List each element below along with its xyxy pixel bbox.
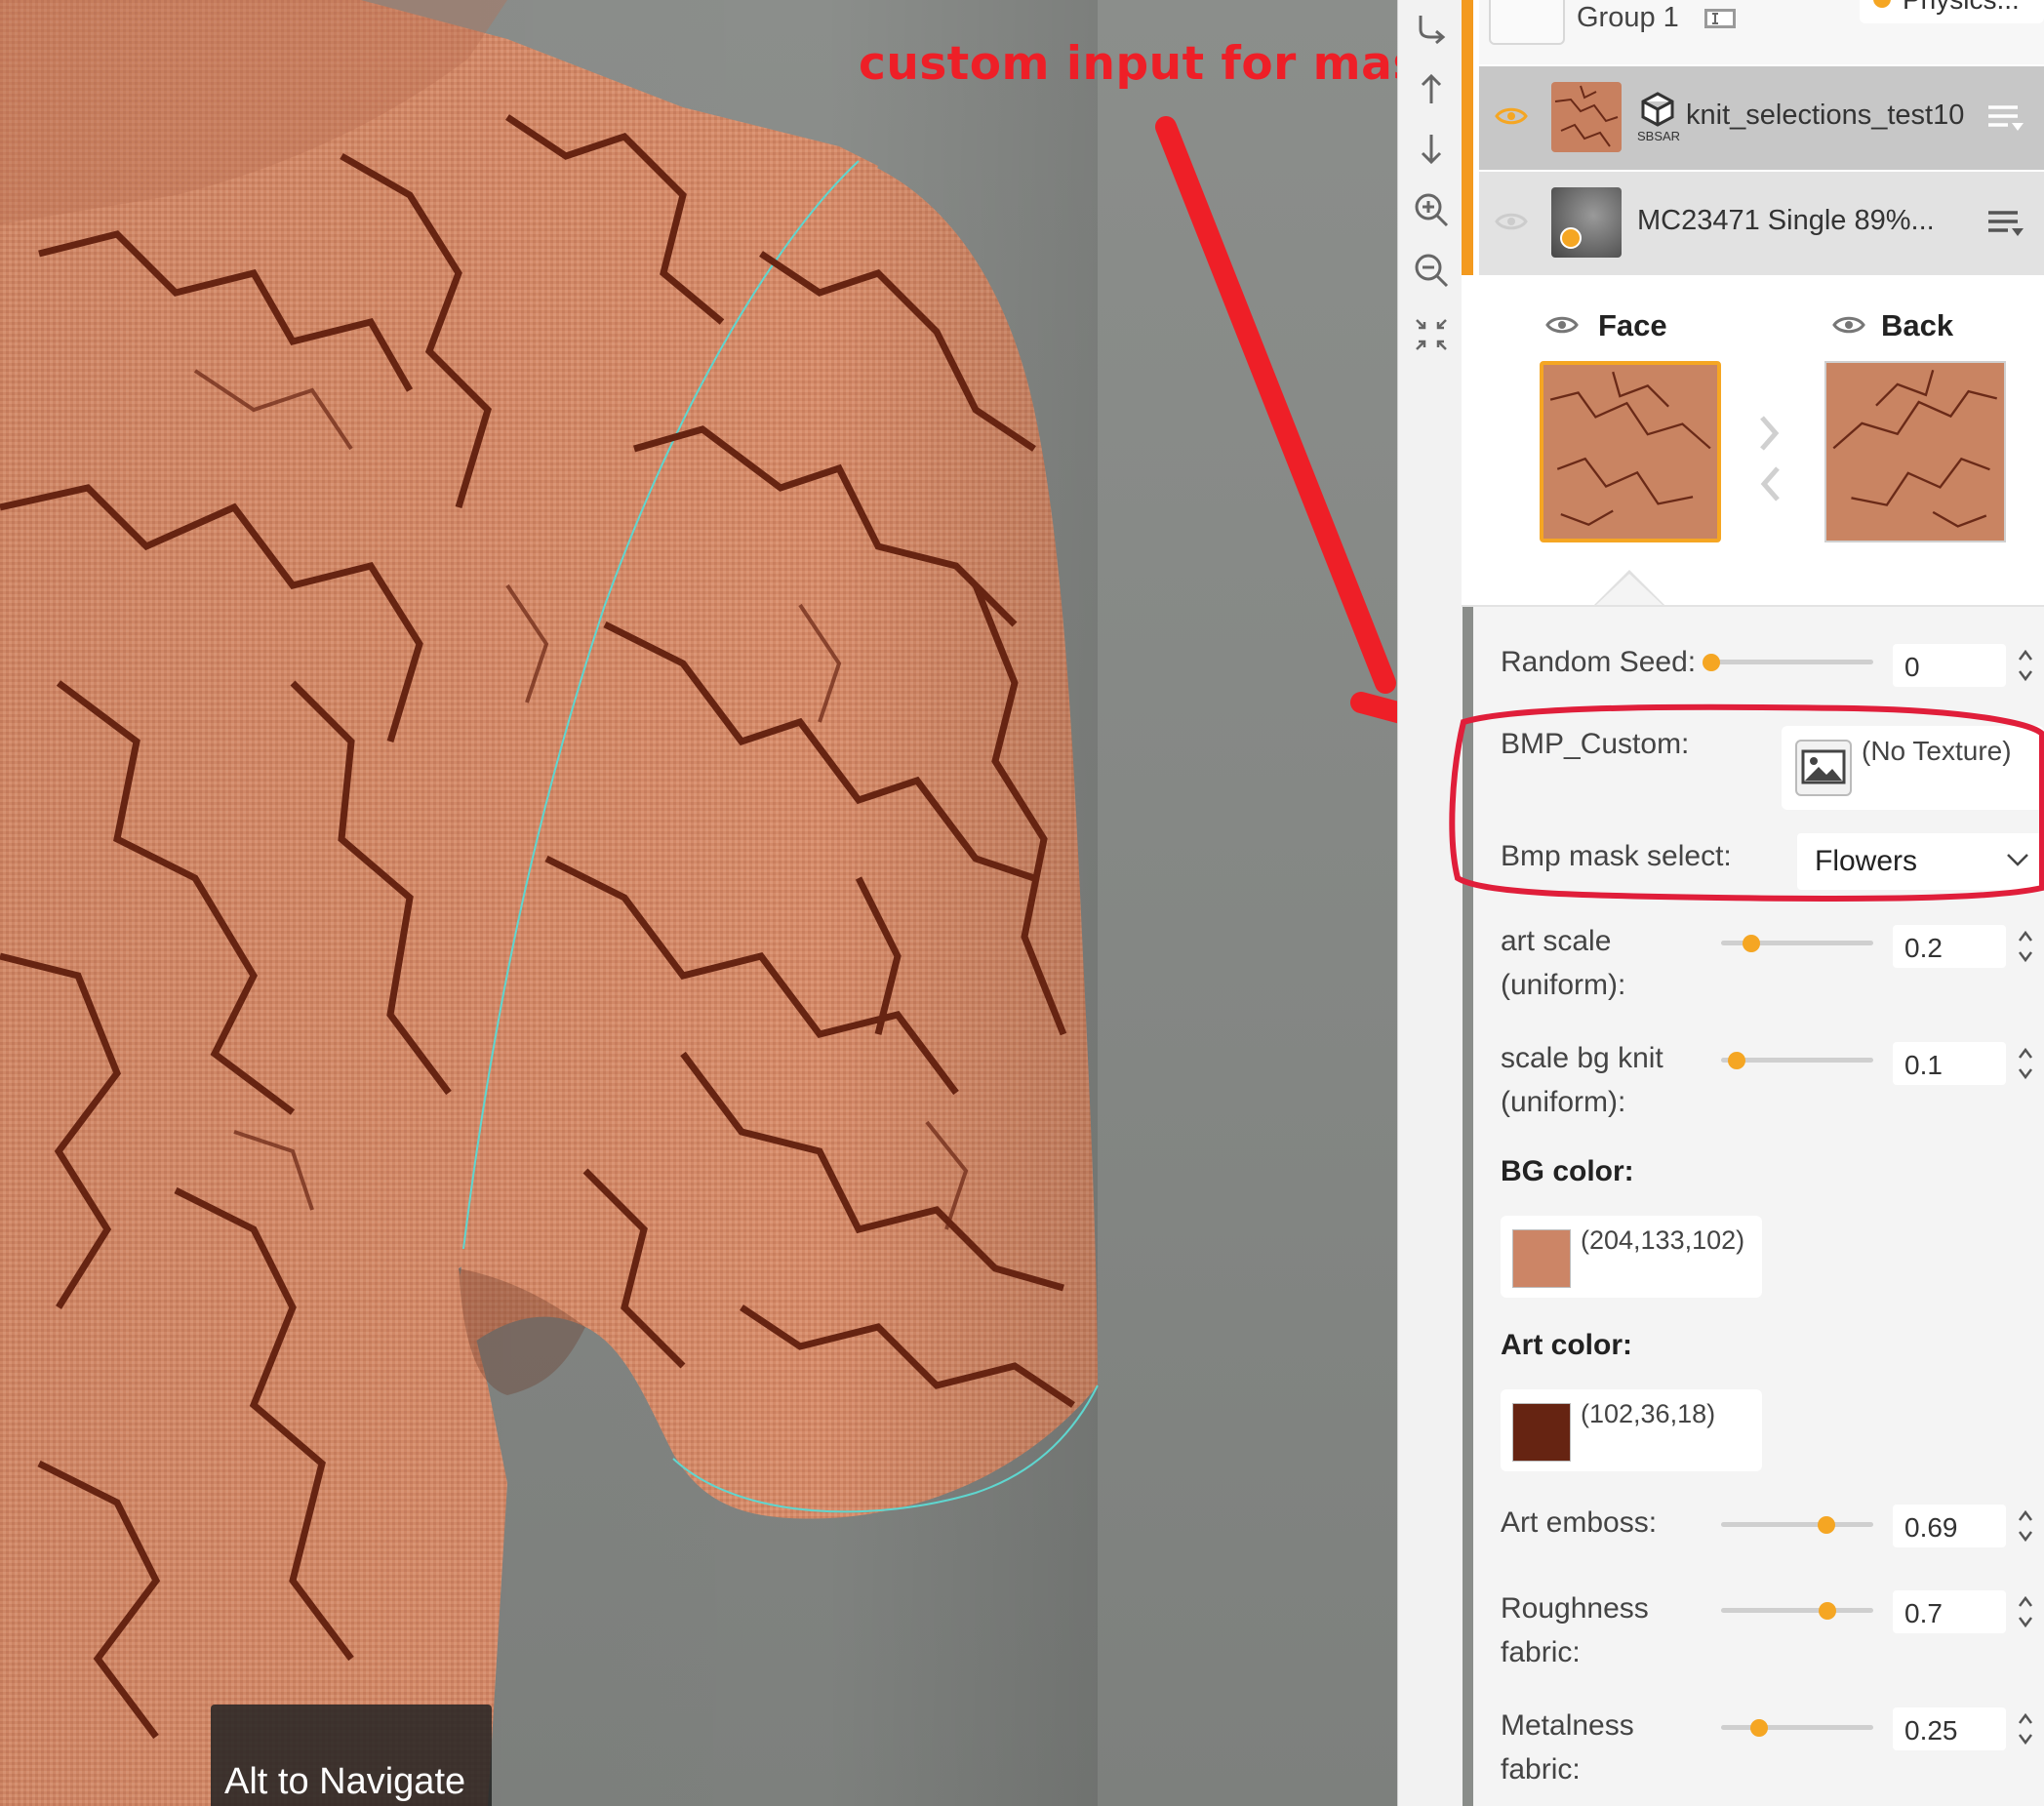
roughness-slider[interactable] [1721,1608,1873,1613]
back-swatch[interactable] [1824,361,2006,542]
physics-label: Physics... [1903,0,2020,15]
random-seed-slider[interactable] [1711,660,1873,664]
layer-name: knit_selections_test10 [1686,100,1965,131]
garment-render [0,0,1397,1806]
bg-color-label: BG color: [1501,1155,1634,1187]
bmp-mask-selected-value: Flowers [1815,845,1918,877]
art-emboss-slider-thumb[interactable] [1817,1516,1835,1534]
sbsar-badge: SBSAR [1637,129,1681,143]
art-emboss-spinner-icon[interactable] [2016,1506,2035,1545]
text-field-icon[interactable] [1703,8,1737,29]
bmp-custom-texture-picker[interactable]: (No Texture) [1782,726,2044,810]
layer-menu-icon[interactable] [1986,101,2025,135]
metalness-spinner-icon[interactable] [2016,1709,2035,1748]
zoom-out-icon[interactable] [1413,252,1450,289]
metalness-label-2: fabric: [1501,1753,1581,1786]
bmp-mask-select-label: Bmp mask select: [1501,840,1732,872]
visibility-eye-icon[interactable] [1495,105,1528,127]
group-thumbnail [1489,0,1565,45]
layer-row-mc23471[interactable]: MC23471 Single 89%... [1479,172,2044,275]
scale-bg-label-2: (uniform): [1501,1086,1626,1118]
swap-sides-icon[interactable] [1752,410,1787,507]
layer-name: MC23471 Single 89%... [1637,205,1935,236]
scale-bg-input[interactable]: 0.1 [1893,1042,2006,1085]
group-label: Group 1 [1577,2,1679,33]
layer-menu-icon[interactable] [1986,207,2025,240]
bg-color-picker[interactable]: (204,133,102) [1501,1216,1762,1298]
random-seed-input[interactable]: 0 [1893,644,2006,687]
metalness-label-1: Metalness [1501,1709,1634,1742]
face-swatch[interactable] [1540,361,1721,542]
chevron-down-icon [2007,854,2028,866]
physics-dot-icon [1873,0,1891,8]
move-down-icon[interactable] [1413,131,1450,168]
scale-bg-label-1: scale bg knit [1501,1042,1663,1074]
move-up-icon[interactable] [1413,70,1450,107]
scale-bg-slider-thumb[interactable] [1727,1052,1745,1069]
back-label: Back [1881,308,1954,342]
random-seed-slider-thumb[interactable] [1703,654,1720,671]
redo-icon[interactable] [1413,10,1450,47]
art-color-value: (102,36,18) [1581,1399,1716,1428]
layer-thumbnail [1551,82,1622,152]
collapse-icon[interactable] [1413,316,1450,353]
annotation-title: custom input for mask [859,37,1397,91]
art-scale-spinner-icon[interactable] [2016,927,2035,966]
selection-indicator [1462,0,1473,275]
metalness-slider[interactable] [1721,1725,1873,1730]
art-scale-label-1: art scale [1501,925,1612,957]
zoom-in-icon[interactable] [1413,191,1450,228]
art-emboss-slider[interactable] [1721,1522,1873,1527]
roughness-label-1: Roughness [1501,1592,1649,1625]
layer-thumbnail [1551,187,1622,258]
random-seed-label: Random Seed: [1501,646,1697,678]
navigation-hint: Alt to Navigate [211,1705,492,1806]
physics-dropdown[interactable]: Physics... [1860,0,2044,23]
back-eye-icon[interactable] [1832,314,1865,336]
face-label: Face [1598,308,1667,342]
image-icon [1795,740,1852,796]
art-scale-input[interactable]: 0.2 [1893,925,2006,968]
visibility-eye-icon[interactable] [1495,211,1528,232]
3d-viewport[interactable]: custom input for mask Alt to Navigate [0,0,1397,1806]
group-row[interactable]: Group 1 Physics... [1479,0,2044,64]
roughness-input[interactable]: 0.7 [1893,1590,2006,1633]
art-scale-label-2: (uniform): [1501,969,1626,1001]
art-emboss-label: Art emboss: [1501,1506,1658,1539]
no-texture-text: (No Texture) [1862,736,2012,766]
metalness-slider-thumb[interactable] [1750,1719,1768,1737]
face-eye-icon[interactable] [1545,314,1579,336]
layer-row-knit[interactable]: SBSAR knit_selections_test10 [1479,66,2044,170]
scale-bg-spinner-icon[interactable] [2016,1044,2035,1083]
art-color-picker[interactable]: (102,36,18) [1501,1389,1762,1471]
art-color-chip [1512,1403,1571,1462]
bg-color-chip [1512,1229,1571,1288]
art-color-label: Art color: [1501,1329,1632,1361]
bg-color-value: (204,133,102) [1581,1225,1745,1255]
roughness-label-2: fabric: [1501,1636,1581,1668]
metalness-input[interactable]: 0.25 [1893,1707,2006,1750]
roughness-spinner-icon[interactable] [2016,1592,2035,1631]
art-emboss-input[interactable]: 0.69 [1893,1505,2006,1547]
bmp-mask-select-dropdown[interactable]: Flowers [1797,833,2044,890]
bmp-custom-label: BMP_Custom: [1501,728,1690,760]
random-seed-spinner-icon[interactable] [2016,646,2035,685]
